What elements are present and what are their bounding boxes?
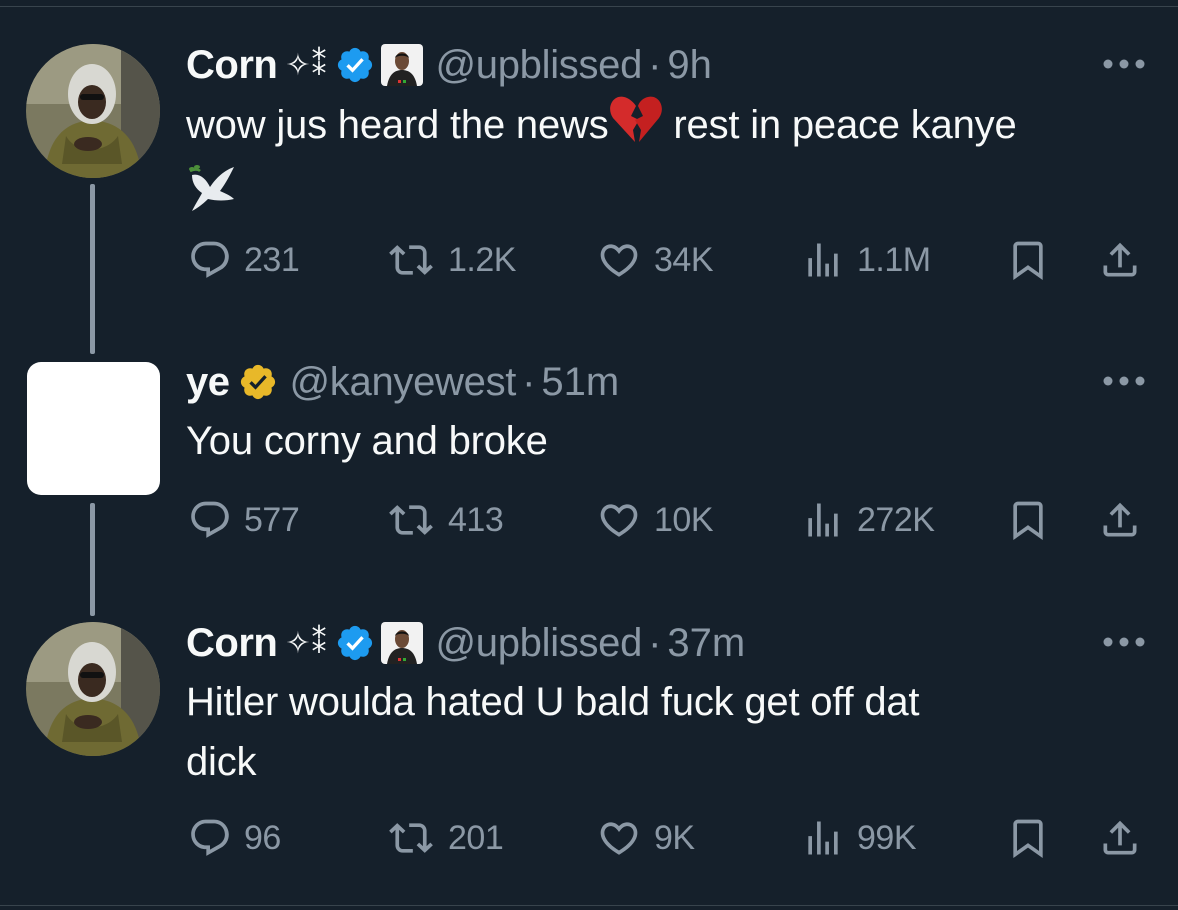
more-options-icon[interactable] bbox=[1100, 54, 1148, 74]
tweet-text-line: dick bbox=[186, 740, 257, 784]
more-options-icon[interactable] bbox=[1100, 371, 1148, 391]
display-name[interactable]: Corn bbox=[186, 621, 278, 666]
share-icon bbox=[1098, 816, 1142, 860]
share-icon bbox=[1098, 238, 1142, 282]
username-handle[interactable]: @upblissed bbox=[435, 43, 642, 88]
user-photo-avatar-icon bbox=[26, 44, 160, 178]
avatar[interactable] bbox=[26, 622, 160, 756]
tweet-text: You corny and broke bbox=[186, 419, 548, 463]
repost-count: 201 bbox=[448, 818, 504, 857]
username-handle[interactable]: @kanyewest bbox=[290, 360, 517, 405]
gold-verified-badge-icon[interactable] bbox=[238, 362, 278, 402]
separator-dot: · bbox=[522, 359, 536, 404]
display-name[interactable]: ye bbox=[186, 360, 230, 405]
bookmark-icon bbox=[1006, 238, 1050, 282]
timestamp[interactable]: 51m bbox=[541, 360, 619, 405]
name-emoji-suffix: ✧⁑ bbox=[285, 48, 328, 82]
reply-button[interactable]: 577 bbox=[188, 495, 300, 545]
like-button[interactable]: 34K bbox=[596, 235, 714, 285]
thread-connector-line bbox=[90, 184, 95, 354]
like-button[interactable]: 10K bbox=[596, 495, 714, 545]
views-button[interactable]: 1.1M bbox=[801, 235, 931, 285]
timestamp[interactable]: 9h bbox=[667, 43, 712, 88]
repost-icon bbox=[386, 498, 436, 542]
like-count: 9K bbox=[654, 818, 695, 857]
tweet-header: ye @kanyewest · 51m bbox=[186, 357, 619, 407]
bottom-divider bbox=[0, 905, 1178, 906]
tweet-header: Corn ✧⁑ @upblissed · 37m bbox=[186, 618, 745, 668]
verified-badge-icon[interactable] bbox=[335, 45, 375, 85]
timestamp[interactable]: 37m bbox=[667, 621, 745, 666]
name-emoji-suffix: ✧⁑ bbox=[285, 626, 328, 660]
reply-icon bbox=[188, 498, 232, 542]
views-count: 1.1M bbox=[857, 240, 931, 279]
separator-dot: · bbox=[648, 42, 662, 87]
reply-button[interactable]: 231 bbox=[188, 235, 300, 285]
bookmark-button[interactable] bbox=[1006, 235, 1050, 285]
reply-button[interactable]: 96 bbox=[188, 813, 281, 863]
tweet-actions: 96 201 9K 99K bbox=[186, 813, 1161, 863]
repost-button[interactable]: 413 bbox=[386, 495, 504, 545]
affiliate-badge-icon[interactable] bbox=[381, 44, 424, 86]
share-button[interactable] bbox=[1098, 235, 1142, 285]
reply-count: 577 bbox=[244, 500, 300, 539]
bookmark-button[interactable] bbox=[1006, 495, 1050, 545]
avatar[interactable] bbox=[26, 44, 160, 178]
reply-count: 96 bbox=[244, 818, 281, 857]
views-button[interactable]: 272K bbox=[801, 495, 935, 545]
reply-icon bbox=[188, 238, 232, 282]
top-divider bbox=[0, 6, 1178, 7]
more-options-icon[interactable] bbox=[1100, 632, 1148, 652]
share-button[interactable] bbox=[1098, 813, 1142, 863]
tweet-actions: 577 413 10K 272K bbox=[186, 495, 1161, 545]
repost-icon bbox=[386, 816, 436, 860]
heart-icon bbox=[596, 498, 642, 542]
tweet-text-part: rest in peace kanye bbox=[662, 103, 1017, 148]
blank-avatar-icon[interactable] bbox=[27, 362, 160, 495]
tweet-text: wow jus heard the news rest in peace kan… bbox=[186, 94, 1161, 232]
share-button[interactable] bbox=[1098, 495, 1142, 545]
affiliate-badge-icon[interactable] bbox=[381, 622, 424, 664]
views-chart-icon bbox=[801, 238, 845, 282]
reply-count: 231 bbox=[244, 240, 300, 279]
repost-icon bbox=[386, 238, 436, 282]
tweet-header: Corn ✧⁑ @upblissed · 9h bbox=[186, 40, 712, 90]
views-count: 99K bbox=[857, 818, 917, 857]
bookmark-button[interactable] bbox=[1006, 813, 1050, 863]
thread-connector-line bbox=[90, 503, 95, 616]
reply-icon bbox=[188, 816, 232, 860]
tweet-text: Hitler woulda hated U bald fuck get off … bbox=[186, 672, 1161, 792]
views-count: 272K bbox=[857, 500, 935, 539]
tweet-text-part: wow jus heard the news bbox=[186, 103, 609, 148]
heart-icon bbox=[596, 816, 642, 860]
like-button[interactable]: 9K bbox=[596, 813, 695, 863]
like-count: 34K bbox=[654, 240, 714, 279]
views-chart-icon bbox=[801, 816, 845, 860]
tweet-thread: Corn ✧⁑ @upblissed · 9h wow jus heard th… bbox=[0, 0, 1178, 910]
repost-count: 1.2K bbox=[448, 240, 516, 279]
views-chart-icon bbox=[801, 498, 845, 542]
broken-heart-icon bbox=[609, 94, 663, 161]
repost-count: 413 bbox=[448, 500, 504, 539]
share-icon bbox=[1098, 498, 1142, 542]
like-count: 10K bbox=[654, 500, 714, 539]
repost-button[interactable]: 1.2K bbox=[386, 235, 516, 285]
tweet-text-line: Hitler woulda hated U bald fuck get off … bbox=[186, 680, 920, 724]
bookmark-icon bbox=[1006, 498, 1050, 542]
display-name[interactable]: Corn bbox=[186, 43, 278, 88]
verified-badge-icon[interactable] bbox=[335, 623, 375, 663]
tweet-actions: 231 1.2K 34K 1.1M bbox=[186, 235, 1161, 285]
repost-button[interactable]: 201 bbox=[386, 813, 504, 863]
separator-dot: · bbox=[648, 620, 662, 665]
bookmark-icon bbox=[1006, 816, 1050, 860]
heart-icon bbox=[596, 238, 642, 282]
views-button[interactable]: 99K bbox=[801, 813, 917, 863]
dove-icon bbox=[186, 161, 240, 232]
username-handle[interactable]: @upblissed bbox=[435, 621, 642, 666]
user-photo-avatar-icon bbox=[26, 622, 160, 756]
